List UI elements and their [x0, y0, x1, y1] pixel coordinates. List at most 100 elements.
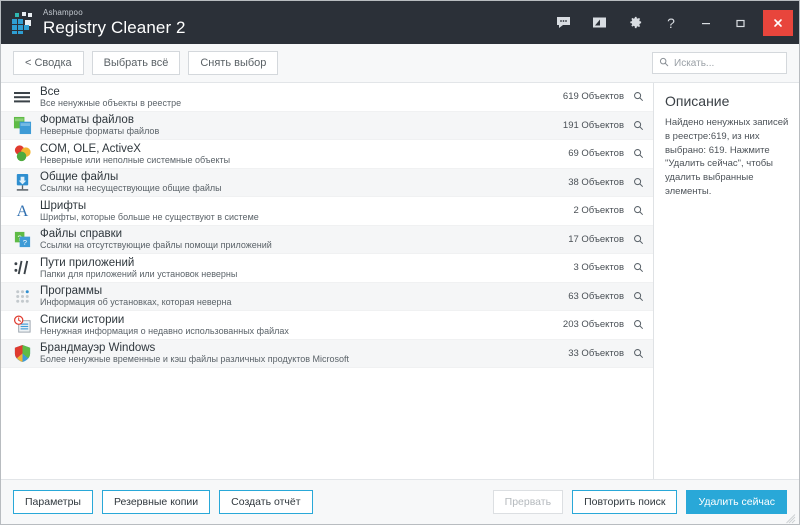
table-row[interactable]: A Шрифты Шрифты, которые больше не сущес…: [1, 197, 653, 226]
description-title: Описание: [665, 93, 789, 109]
gear-icon[interactable]: [622, 10, 648, 36]
row-text: Списки истории Ненужная информация о нед…: [40, 314, 563, 337]
row-title: COM, OLE, ActiveX: [40, 143, 568, 155]
table-row[interactable]: Общие файлы Ссылки на несуществующие общ…: [1, 169, 653, 198]
feedback-icon[interactable]: [550, 10, 576, 36]
row-count: 203 Объектов: [563, 319, 624, 330]
row-text: Форматы файлов Неверные форматы файлов: [40, 114, 563, 137]
svg-text:A: A: [16, 203, 28, 220]
programs-icon: [11, 285, 33, 307]
main-body: Все Все ненужные объекты в реестре 619 О…: [1, 83, 799, 479]
brand-vendor: Ashampoo: [43, 9, 186, 17]
magnifier-icon[interactable]: [632, 91, 645, 102]
minimize-button[interactable]: [693, 10, 719, 36]
row-subtitle: Папки для приложений или установок невер…: [40, 270, 574, 279]
abort-button: Прервать: [493, 490, 563, 514]
row-subtitle: Все ненужные объекты в реестре: [40, 99, 563, 108]
row-title: Форматы файлов: [40, 114, 563, 126]
row-text: Все Все ненужные объекты в реестре: [40, 86, 563, 109]
magnifier-icon[interactable]: [632, 262, 645, 273]
brand-version: 2: [176, 18, 186, 37]
search-box[interactable]: [652, 52, 787, 74]
magnifier-icon[interactable]: [632, 348, 645, 359]
close-button[interactable]: [763, 10, 793, 36]
research-button[interactable]: Повторить поиск: [572, 490, 677, 514]
titlebar-actions: ?: [545, 1, 799, 44]
row-title: Программы: [40, 285, 568, 297]
top-toolbar: < Сводка Выбрать всё Снять выбор: [1, 44, 799, 83]
com-ole-icon: [11, 143, 33, 165]
magnifier-icon[interactable]: [632, 319, 645, 330]
maximize-button[interactable]: [727, 10, 753, 36]
table-row[interactable]: Списки истории Ненужная информация о нед…: [1, 311, 653, 340]
row-count: 38 Объектов: [568, 177, 624, 188]
app-brand: Ashampoo Registry Cleaner 2: [43, 9, 186, 36]
hamburger-icon: [11, 86, 33, 108]
help-label: ?: [667, 16, 675, 30]
description-text: Найдено ненужных записей в реестре:619, …: [665, 116, 789, 199]
row-text: Пути приложений Папки для приложений или…: [40, 257, 574, 280]
row-title: Файлы справки: [40, 228, 568, 240]
app-window: Ashampoo Registry Cleaner 2 ?: [0, 0, 800, 525]
row-title: Списки истории: [40, 314, 563, 326]
row-count: 191 Объектов: [563, 120, 624, 131]
row-text: Файлы справки Ссылки на отсутствующие фа…: [40, 228, 568, 251]
table-row[interactable]: Пути приложений Папки для приложений или…: [1, 254, 653, 283]
shared-files-icon: [11, 171, 33, 193]
row-text: Шрифты Шрифты, которые больше не существ…: [40, 200, 574, 223]
table-row[interactable]: Программы Информация об установках, кото…: [1, 283, 653, 312]
row-subtitle: Неверные или неполные системные объекты: [40, 156, 568, 165]
resize-grip[interactable]: [786, 511, 796, 521]
magnifier-icon[interactable]: [632, 234, 645, 245]
row-title: Шрифты: [40, 200, 574, 212]
table-row[interactable]: ?? Файлы справки Ссылки на отсутствующие…: [1, 226, 653, 255]
row-count: 63 Объектов: [568, 291, 624, 302]
description-panel: Описание Найдено ненужных записей в реес…: [654, 83, 799, 479]
row-text: Брандмауэр Windows Более ненужные времен…: [40, 342, 568, 365]
create-report-button[interactable]: Создать отчёт: [219, 490, 312, 514]
delete-now-button[interactable]: Удалить сейчас: [686, 490, 787, 514]
row-subtitle: Неверные форматы файлов: [40, 127, 563, 136]
table-row[interactable]: Форматы файлов Неверные форматы файлов 1…: [1, 112, 653, 141]
row-count: 33 Объектов: [568, 348, 624, 359]
row-subtitle: Информация об установках, которая неверн…: [40, 298, 568, 307]
svg-text:?: ?: [22, 238, 26, 247]
magnifier-icon[interactable]: [632, 205, 645, 216]
fonts-icon: A: [11, 200, 33, 222]
deselect-all-button[interactable]: Снять выбор: [188, 51, 278, 75]
category-list: Все Все ненужные объекты в реестре 619 О…: [1, 83, 654, 479]
file-types-icon: [11, 114, 33, 136]
edit-icon[interactable]: [586, 10, 612, 36]
search-icon: [659, 54, 669, 72]
help-icon[interactable]: ?: [658, 10, 684, 36]
backups-button[interactable]: Резервные копии: [102, 490, 210, 514]
magnifier-icon[interactable]: [632, 120, 645, 131]
row-subtitle: Ссылки на несуществующие общие файлы: [40, 184, 568, 193]
row-text: Общие файлы Ссылки на несуществующие общ…: [40, 171, 568, 194]
row-count: 3 Объектов: [574, 262, 625, 273]
row-title: Брандмауэр Windows: [40, 342, 568, 354]
brand-title: Registry Cleaner 2: [43, 19, 186, 36]
app-logo-icon: [11, 11, 35, 35]
table-row[interactable]: Все Все ненужные объекты в реестре 619 О…: [1, 83, 653, 112]
history-icon: [11, 314, 33, 336]
magnifier-icon[interactable]: [632, 291, 645, 302]
select-all-button[interactable]: Выбрать всё: [92, 51, 181, 75]
options-button[interactable]: Параметры: [13, 490, 93, 514]
table-row[interactable]: Брандмауэр Windows Более ненужные времен…: [1, 340, 653, 369]
magnifier-icon[interactable]: [632, 148, 645, 159]
search-input[interactable]: [674, 58, 800, 69]
title-bar: Ashampoo Registry Cleaner 2 ?: [1, 1, 799, 44]
row-subtitle: Более ненужные временные и кэш файлы раз…: [40, 355, 568, 364]
row-title: Пути приложений: [40, 257, 574, 269]
row-title: Все: [40, 86, 563, 98]
row-title: Общие файлы: [40, 171, 568, 183]
row-text: Программы Информация об установках, кото…: [40, 285, 568, 308]
table-row[interactable]: COM, OLE, ActiveX Неверные или неполные …: [1, 140, 653, 169]
firewall-icon: [11, 342, 33, 364]
help-files-icon: ??: [11, 228, 33, 250]
row-count: 17 Объектов: [568, 234, 624, 245]
magnifier-icon[interactable]: [632, 177, 645, 188]
summary-button[interactable]: < Сводка: [13, 51, 84, 75]
bottom-toolbar: Параметры Резервные копии Создать отчёт …: [1, 479, 799, 524]
